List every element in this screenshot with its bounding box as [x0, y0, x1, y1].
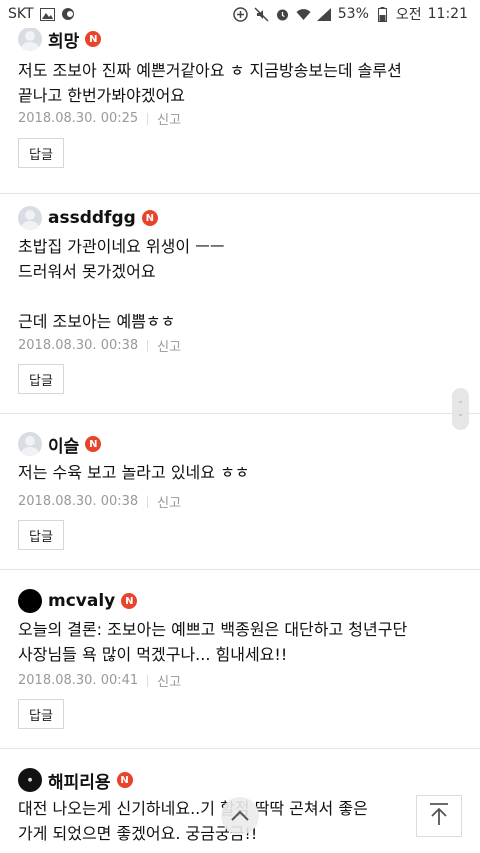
comment-header: ● 해피리용 N: [18, 767, 133, 793]
report-link[interactable]: 신고: [157, 109, 181, 128]
comment-date: 2018.08.30. 00:25: [18, 111, 139, 126]
comment-text: 오늘의 결론: 조보아는 예쁘고 백종원은 대단하고 청년구단 사장님들 욕 많…: [18, 617, 462, 667]
signal-icon: [317, 7, 332, 22]
chevron-up-icon[interactable]: [221, 797, 259, 835]
comment-header: 이슬 N: [18, 431, 102, 457]
comment-divider: [0, 413, 480, 414]
comment-line: 드러워서 못가겠어요: [18, 262, 156, 281]
comment-header: mcvaly N: [18, 588, 138, 614]
nickname[interactable]: 희망: [48, 27, 79, 52]
naver-badge-icon: N: [85, 31, 102, 47]
meta-divider: [147, 674, 149, 687]
reply-button[interactable]: 답글: [18, 364, 64, 394]
black-avatar[interactable]: [18, 589, 42, 613]
meta-divider: [147, 495, 149, 508]
naver-badge-icon: N: [85, 436, 102, 452]
arrow-up-icon: [428, 802, 450, 830]
comment-text: 저는 수육 보고 놀라고 있네요 ㅎㅎ: [18, 460, 462, 485]
gallery-icon: [39, 7, 55, 22]
carrier-label: SKT: [8, 6, 34, 22]
comment-meta: 2018.08.30. 00:38 신고: [18, 336, 181, 355]
nickname[interactable]: 이슬: [48, 432, 79, 457]
naver-badge-icon: N: [141, 210, 158, 226]
report-link[interactable]: 신고: [157, 336, 181, 355]
naver-badge-icon: N: [116, 772, 133, 788]
comment-line: 초밥집 가관이네요 위생이 ㅡㅡ: [18, 237, 225, 256]
comment-line: 저는 수육 보고 놀라고 있네요 ㅎㅎ: [18, 463, 250, 482]
status-bar: SKT 53% 오전 11:21: [0, 0, 480, 28]
comment-line: 오늘의 결론: 조보아는 예쁘고 백종원은 대단하고 청년구단: [18, 620, 408, 639]
comment-meta: 2018.08.30. 00:41 신고: [18, 671, 181, 690]
comment-line: 저도 조보아 진짜 예쁜거같아요 ㅎ 지금방송보는데 솔루션: [18, 61, 402, 80]
comment-meta: 2018.08.30. 00:25 신고: [18, 109, 181, 128]
comment-line: 근데 조보아는 예쁨ㅎㅎ: [18, 312, 176, 331]
ampm-label: 오전: [395, 7, 422, 23]
reply-button[interactable]: 답글: [18, 520, 64, 550]
status-right: 53% 오전 11:21: [233, 4, 468, 24]
reply-button[interactable]: 답글: [18, 138, 64, 168]
meta-divider: [147, 339, 149, 352]
report-link[interactable]: 신고: [157, 492, 181, 511]
default-avatar[interactable]: [18, 432, 42, 456]
alarm-icon: [275, 7, 290, 22]
add-circle-icon: [233, 6, 248, 22]
comment-meta: 2018.08.30. 00:38 신고: [18, 492, 181, 511]
comment-line: 사장님들 욕 많이 먹겠구나... 힘내세요!!: [18, 645, 288, 664]
comment-header: assddfgg N: [18, 205, 158, 231]
report-link[interactable]: 신고: [157, 671, 181, 690]
comment-line-blank: [18, 284, 462, 309]
wifi-icon: [296, 7, 311, 22]
comment-divider: [0, 193, 480, 194]
sync-icon: [61, 7, 76, 22]
comment-text: 초밥집 가관이네요 위생이 ㅡㅡ 드러워서 못가겠어요 근데 조보아는 예쁨ㅎㅎ: [18, 234, 462, 334]
comment-text: 저도 조보아 진짜 예쁜거같아요 ㅎ 지금방송보는데 솔루션 끝나고 한번가봐야…: [18, 58, 462, 108]
nickname[interactable]: assddfgg: [48, 208, 136, 228]
battery-icon: [375, 6, 390, 22]
battery-percent: 53%: [337, 6, 369, 22]
default-avatar[interactable]: [18, 27, 42, 51]
default-avatar[interactable]: [18, 206, 42, 230]
status-left: SKT: [8, 6, 76, 22]
comment-line: 끝나고 한번가봐야겠어요: [18, 86, 186, 105]
comment-date: 2018.08.30. 00:38: [18, 494, 139, 509]
naver-badge-icon: N: [121, 593, 138, 609]
comment-header: 희망 N: [18, 26, 102, 52]
logo-avatar[interactable]: ●: [18, 768, 42, 792]
nickname[interactable]: 해피리용: [48, 768, 111, 793]
scroll-top-button[interactable]: [416, 795, 462, 837]
comment-date: 2018.08.30. 00:41: [18, 673, 139, 688]
comment-divider: [0, 569, 480, 570]
clock-time: 11:21: [427, 6, 468, 22]
comment-divider: [0, 748, 480, 749]
mute-icon: [254, 6, 269, 22]
comment-date: 2018.08.30. 00:38: [18, 338, 139, 353]
reply-button[interactable]: 답글: [18, 699, 64, 729]
meta-divider: [147, 112, 149, 125]
nickname[interactable]: mcvaly: [48, 591, 115, 611]
scroll-handle-icon[interactable]: ⌃ ⌄: [452, 388, 469, 430]
